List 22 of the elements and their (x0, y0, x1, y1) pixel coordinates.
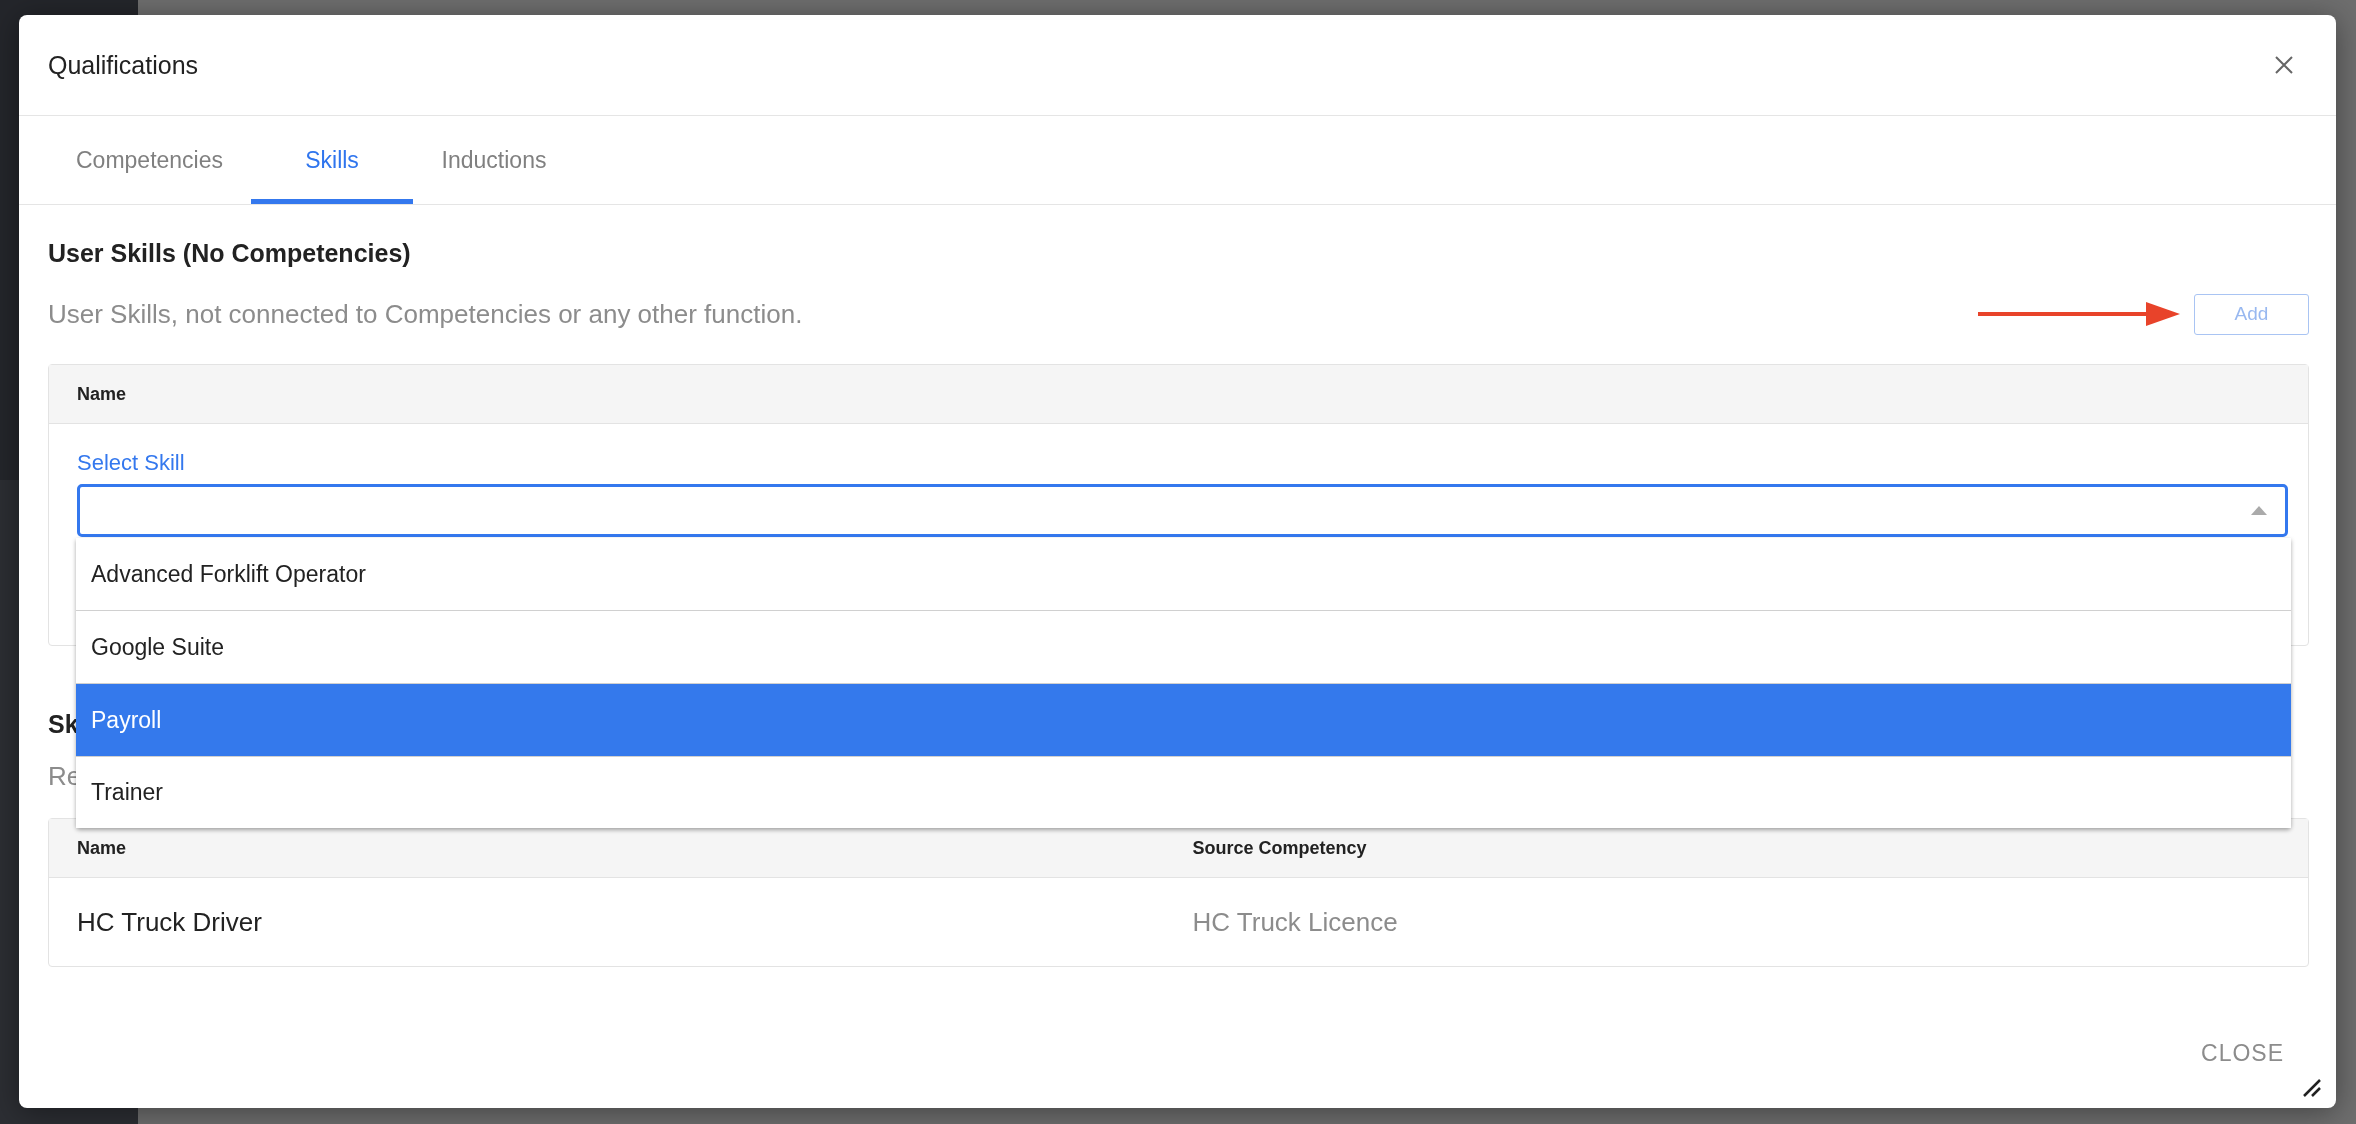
resize-handle-icon[interactable] (2302, 1078, 2322, 1098)
dialog-title: Qualifications (48, 50, 199, 80)
tab[interactable]: Competencies (48, 116, 252, 204)
column-header: Name (77, 837, 128, 859)
section-heading: User Skills (No Competencies) (48, 239, 411, 268)
section-description: User Skills, not connected to Competencies or any other function. (48, 298, 803, 330)
skill-select[interactable] (77, 484, 2288, 537)
close-icon[interactable] (2274, 55, 2294, 75)
column-header: Name (77, 383, 128, 405)
table-cell-text: HC Truck Licence (1192, 906, 1399, 938)
section-heading: Sk (48, 710, 79, 739)
close-button[interactable]: CLOSE (2195, 1038, 2290, 1068)
dropdown-option[interactable]: Trainer (76, 757, 2291, 828)
caret-icon (2251, 506, 2267, 515)
field-label: Select Skill (77, 450, 185, 476)
tab[interactable]: Skills (251, 116, 414, 204)
dropdown-option[interactable]: Payroll (76, 684, 2291, 757)
column-header: Source Competency (1192, 837, 1368, 859)
dropdown-option[interactable]: Google Suite (76, 611, 2291, 684)
dropdown-option[interactable]: Advanced Forklift Operator (76, 538, 2291, 611)
table-cell-text: HC Truck Driver (77, 906, 263, 938)
tab[interactable]: Inductions (413, 116, 576, 204)
